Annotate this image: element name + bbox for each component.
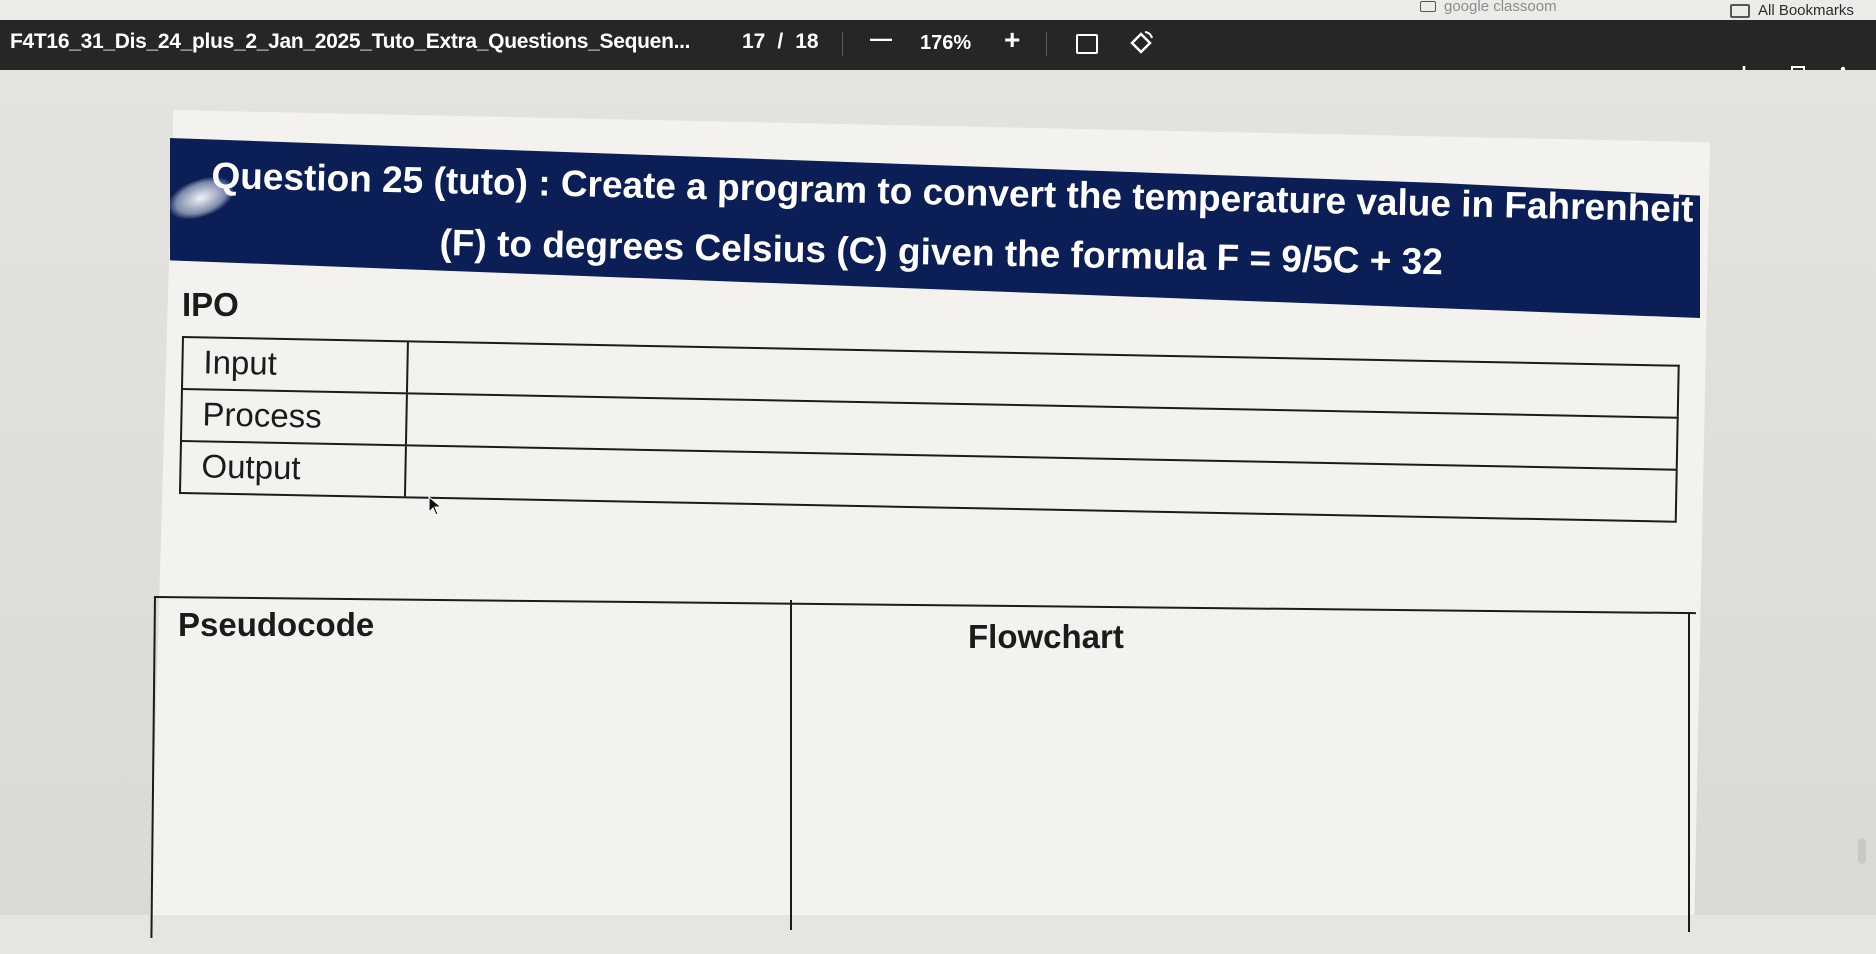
ipo-row-label: Output: [181, 442, 407, 497]
zoom-out-button[interactable]: —: [870, 26, 892, 52]
rotate-icon[interactable]: [1128, 30, 1154, 61]
toolbar-divider: [1046, 32, 1047, 56]
flowchart-heading: Flowchart: [968, 618, 1124, 655]
pseudocode-flowchart-table: [150, 596, 1696, 954]
bookmark-google-classroom[interactable]: google classoom: [1420, 0, 1557, 15]
folder-icon: [1420, 1, 1436, 12]
page-separator: /: [777, 30, 784, 53]
scrollbar-thumb[interactable]: [1858, 838, 1866, 864]
bookmarks-bar: google classoom All Bookmarks: [0, 0, 1876, 22]
column-divider: [790, 600, 792, 930]
document-title: F4T16_31_Dis_24_plus_2_Jan_2025_Tuto_Ext…: [10, 30, 691, 53]
ipo-table: Input Process Output: [178, 336, 1680, 523]
mouse-cursor-icon: [428, 495, 444, 521]
zoom-in-button[interactable]: +: [1004, 24, 1020, 56]
current-page-input[interactable]: 17: [742, 30, 765, 54]
total-pages: 18: [795, 30, 819, 53]
zoom-level[interactable]: 176%: [920, 32, 971, 55]
ipo-row-label: Input: [183, 338, 409, 393]
all-bookmarks-label: All Bookmarks: [1758, 2, 1854, 19]
toolbar-divider: [842, 32, 843, 56]
ipo-heading: IPO: [182, 286, 239, 323]
all-bookmarks-button[interactable]: All Bookmarks: [1730, 2, 1854, 19]
fit-to-page-icon[interactable]: [1076, 34, 1098, 54]
page-indicator: 17 / 18: [742, 30, 819, 54]
bookmark-label: google classoom: [1444, 0, 1557, 15]
ipo-row-label: Process: [182, 390, 408, 445]
pseudocode-heading: Pseudocode: [178, 606, 375, 643]
table-right-border: [1688, 612, 1690, 932]
folder-icon: [1730, 3, 1750, 18]
